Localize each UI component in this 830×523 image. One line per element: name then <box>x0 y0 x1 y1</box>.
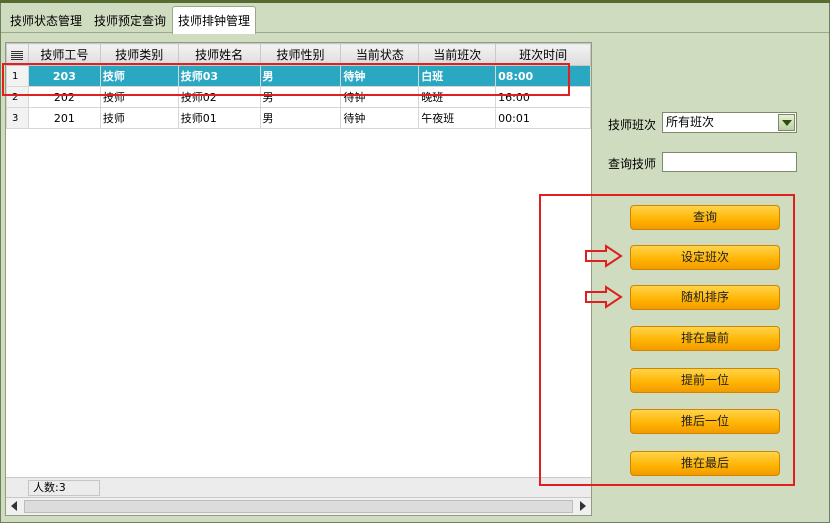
column-header-gender[interactable]: 技师性别 <box>259 43 342 66</box>
column-header-name[interactable]: 技师姓名 <box>177 43 261 66</box>
cell-shift: 晚班 <box>418 86 497 108</box>
search-technician-label: 查询技师 <box>608 157 657 171</box>
cell-shift-time: 00:01 <box>495 107 591 129</box>
move-up-button[interactable]: 提前一位 <box>630 368 780 393</box>
set-shift-button[interactable]: 设定班次 <box>630 245 780 270</box>
shift-filter-value: 所有班次 <box>666 115 715 129</box>
arrow-right-icon <box>585 285 623 309</box>
tab-technician-booking[interactable]: 技师预定查询 <box>88 7 172 33</box>
cell-category: 技师 <box>99 65 179 87</box>
shift-filter-label: 技师班次 <box>608 118 657 132</box>
table-row[interactable]: 2 202 技师 技师02 男 待钟 晚班 16:00 <box>6 86 591 108</box>
column-header-status[interactable]: 当前状态 <box>340 43 420 66</box>
move-first-button[interactable]: 排在最前 <box>630 326 780 351</box>
cell-shift: 午夜班 <box>418 107 497 129</box>
cell-name: 技师01 <box>177 107 261 129</box>
cell-category: 技师 <box>99 107 179 129</box>
cell-gender: 男 <box>259 65 342 87</box>
technician-count: 人数:3 <box>28 480 100 496</box>
column-header-shift-time[interactable]: 班次时间 <box>495 43 591 66</box>
cell-shift-time: 08:00 <box>495 65 591 87</box>
cell-id: 203 <box>27 65 101 87</box>
chevron-down-icon[interactable] <box>778 114 795 131</box>
random-sort-button[interactable]: 随机排序 <box>630 285 780 310</box>
cell-category: 技师 <box>99 86 179 108</box>
tab-technician-queue[interactable]: 技师排钟管理 <box>172 6 257 34</box>
search-technician-input[interactable] <box>662 152 797 172</box>
arrow-right-icon <box>585 244 623 268</box>
column-header-category[interactable]: 技师类别 <box>99 43 179 66</box>
column-header-id[interactable]: 技师工号 <box>27 43 101 66</box>
tab-strip: 技师状态管理 技师预定查询 技师排钟管理 <box>1 3 829 34</box>
scroll-left-icon[interactable] <box>11 501 17 511</box>
technician-grid-panel: 技师工号 技师类别 技师姓名 技师性别 当前状态 当前班次 班次时间 1 203… <box>5 42 592 516</box>
cell-shift-time: 16:00 <box>495 86 591 108</box>
column-menu-icon[interactable] <box>6 43 29 66</box>
query-button[interactable]: 查询 <box>630 205 780 230</box>
move-last-button[interactable]: 推在最后 <box>630 451 780 476</box>
cell-status: 待钟 <box>340 107 420 129</box>
cell-id: 201 <box>27 107 101 129</box>
scroll-right-icon[interactable] <box>580 501 586 511</box>
cell-id: 202 <box>27 86 101 108</box>
cell-name: 技师03 <box>177 65 261 87</box>
scroll-thumb[interactable] <box>24 500 573 513</box>
technician-table: 技师工号 技师类别 技师姓名 技师性别 当前状态 当前班次 班次时间 1 203… <box>6 43 591 129</box>
table-row[interactable]: 1 203 技师 技师03 男 待钟 白班 08:00 <box>6 65 591 87</box>
cell-gender: 男 <box>259 86 342 108</box>
grid-status-bar: 人数:3 <box>6 477 591 497</box>
cell-gender: 男 <box>259 107 342 129</box>
cell-status: 待钟 <box>340 86 420 108</box>
cell-shift: 白班 <box>418 65 497 87</box>
cell-status: 待钟 <box>340 65 420 87</box>
horizontal-scrollbar[interactable] <box>6 497 591 515</box>
row-number: 1 <box>6 65 29 87</box>
row-number: 2 <box>6 86 29 108</box>
table-header-row: 技师工号 技师类别 技师姓名 技师性别 当前状态 当前班次 班次时间 <box>6 43 591 66</box>
move-down-button[interactable]: 推后一位 <box>630 409 780 434</box>
shift-filter-select[interactable]: 所有班次 <box>662 112 797 133</box>
row-number: 3 <box>6 107 29 129</box>
column-header-shift[interactable]: 当前班次 <box>418 43 497 66</box>
table-row[interactable]: 3 201 技师 技师01 男 待钟 午夜班 00:01 <box>6 107 591 129</box>
tab-technician-status[interactable]: 技师状态管理 <box>4 7 88 33</box>
cell-name: 技师02 <box>177 86 261 108</box>
